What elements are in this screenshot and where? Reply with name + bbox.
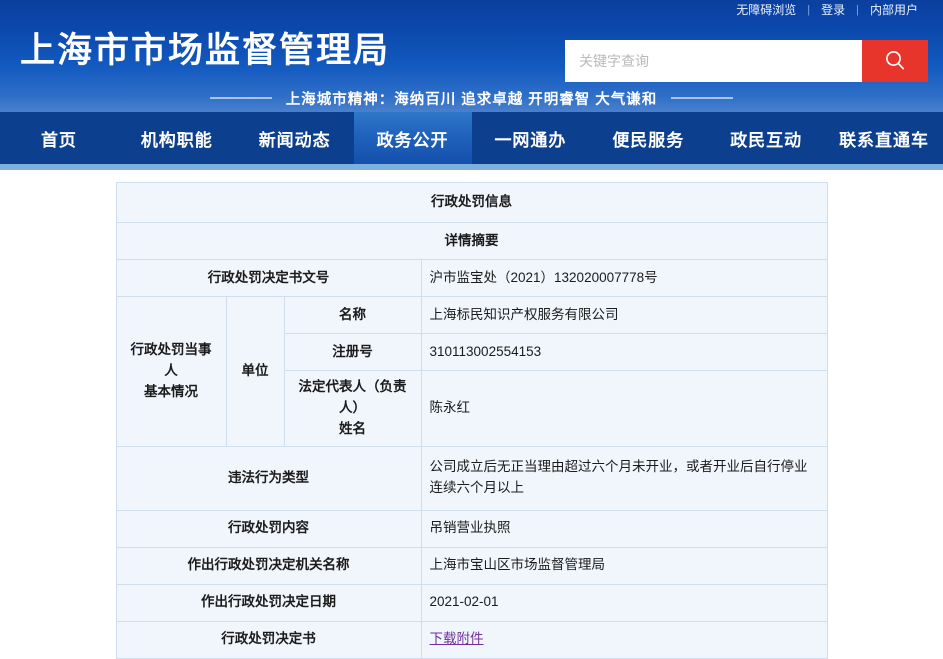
label-registration-number: 注册号 [284,334,421,371]
search-box [565,40,928,82]
table-subtitle: 详情摘要 [116,223,827,260]
label-legal-representative: 法定代表人（负责人） 姓名 [284,371,421,447]
table-row-agency: 作出行政处罚决定机关名称 上海市宝山区市场监督管理局 [116,547,827,584]
accessibility-link[interactable]: 无障碍浏览 [725,0,807,20]
slogan-text: 上海城市精神：海纳百川 追求卓越 开明睿智 大气谦和 [286,88,658,109]
value-legal-representative: 陈永红 [421,371,827,447]
table-row-decision-doc: 行政处罚决定书 下载附件 [116,621,827,658]
nav-item-onestop[interactable]: 一网通办 [472,112,590,164]
nav-item-disclosure[interactable]: 政务公开 [354,112,472,164]
table-row-title: 行政处罚信息 [116,183,827,223]
table-title: 行政处罚信息 [116,183,827,223]
value-deciding-agency: 上海市宝山区市场监督管理局 [421,547,827,584]
nav-item-functions[interactable]: 机构职能 [118,112,236,164]
value-decision-document: 下载附件 [421,621,827,658]
site-header: 无障碍浏览 | 登录 | 内部用户 上海市市场监督管理局 上海城市精神：海纳百川… [0,0,943,112]
table-row-date: 作出行政处罚决定日期 2021-02-01 [116,584,827,621]
table-row-doc-number: 行政处罚决定书文号 沪市监宝处（2021）132020007778号 [116,260,827,297]
nav-item-contact[interactable]: 联系直通车 [825,112,943,164]
label-party-line2: 基本情况 [144,384,198,399]
table-row-violation-type: 违法行为类型 公司成立后无正当理由超过六个月未开业，或者开业后自行停业连续六个月… [116,446,827,510]
label-party-line1: 行政处罚当事人 [131,342,212,378]
search-submit-button[interactable] [862,40,928,82]
slogan-divider-right [671,97,733,99]
label-penalty-content: 行政处罚内容 [116,510,421,547]
value-registration-number: 310113002554153 [421,334,827,371]
label-violation-type: 违法行为类型 [116,446,421,510]
value-penalty-content: 吊销营业执照 [421,510,827,547]
login-link[interactable]: 登录 [810,0,856,20]
city-spirit-slogan: 上海城市精神：海纳百川 追求卓越 开明睿智 大气谦和 [0,86,943,110]
label-deciding-agency: 作出行政处罚决定机关名称 [116,547,421,584]
internal-user-link[interactable]: 内部用户 [859,0,929,20]
nav-item-interaction[interactable]: 政民互动 [707,112,825,164]
slogan-divider-left [210,97,272,99]
value-doc-number: 沪市监宝处（2021）132020007778号 [421,260,827,297]
label-legal-rep-line1: 法定代表人（负责人） [299,379,407,415]
label-company-name: 名称 [284,297,421,334]
table-row-subtitle: 详情摘要 [116,223,827,260]
utility-bar: 无障碍浏览 | 登录 | 内部用户 [725,0,929,20]
download-attachment-link[interactable]: 下载附件 [430,631,484,646]
search-input[interactable] [565,40,862,82]
table-row-party-name: 行政处罚当事人 基本情况 单位 名称 上海标民知识产权服务有限公司 [116,297,827,334]
value-violation-type: 公司成立后无正当理由超过六个月未开业，或者开业后自行停业连续六个月以上 [421,446,827,510]
label-legal-rep-line2: 姓名 [339,421,366,436]
main-navigation: 首页 机构职能 新闻动态 政务公开 一网通办 便民服务 政民互动 联系直通车 [0,112,943,164]
table-row-penalty-content: 行政处罚内容 吊销营业执照 [116,510,827,547]
content-area: 行政处罚信息 详情摘要 行政处罚决定书文号 沪市监宝处（2021）1320200… [0,170,943,630]
nav-item-news[interactable]: 新闻动态 [236,112,354,164]
label-decision-document: 行政处罚决定书 [116,621,421,658]
value-decision-date: 2021-02-01 [421,584,827,621]
nav-item-home[interactable]: 首页 [0,112,118,164]
nav-item-services[interactable]: 便民服务 [589,112,707,164]
label-entity-type: 单位 [226,297,284,447]
label-decision-date: 作出行政处罚决定日期 [116,584,421,621]
site-brand-title: 上海市市场监督管理局 [20,22,390,73]
value-company-name: 上海标民知识产权服务有限公司 [421,297,827,334]
label-party-basic-info: 行政处罚当事人 基本情况 [116,297,226,447]
administrative-penalty-table: 行政处罚信息 详情摘要 行政处罚决定书文号 沪市监宝处（2021）1320200… [116,182,828,659]
search-icon [882,48,908,74]
label-doc-number: 行政处罚决定书文号 [116,260,421,297]
